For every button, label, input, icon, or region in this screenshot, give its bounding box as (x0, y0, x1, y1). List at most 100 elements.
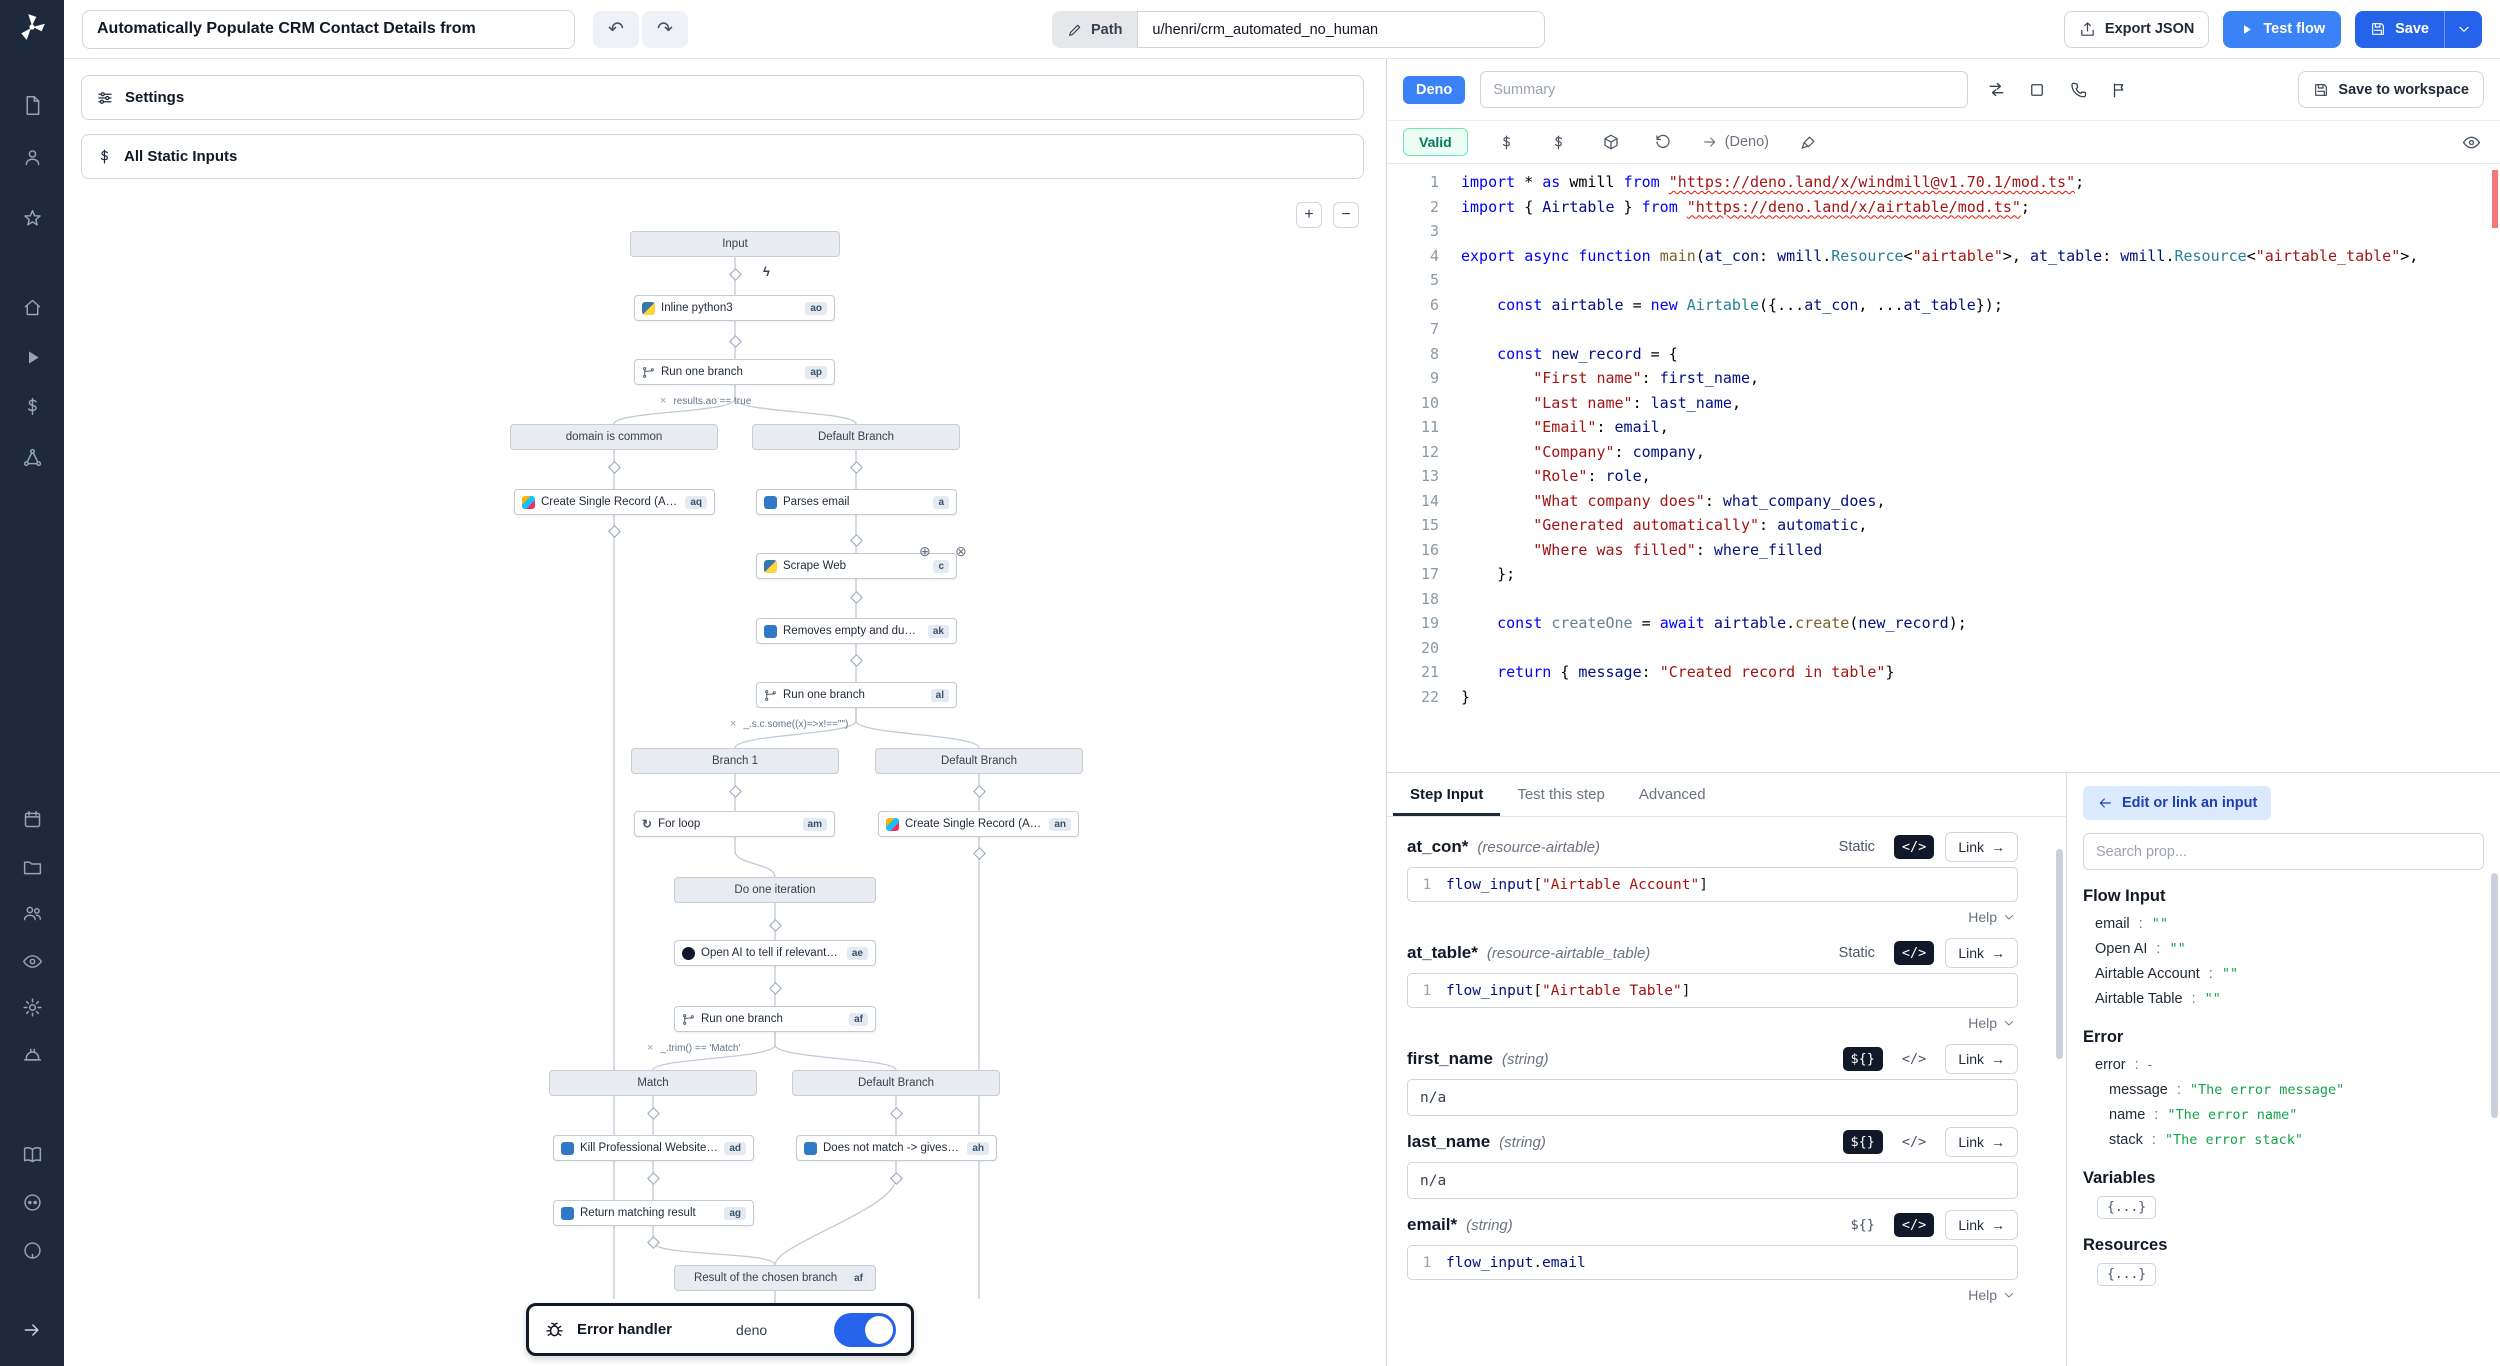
flow-node[interactable]: Inline python3ao (634, 295, 835, 321)
trigger-bolt-icon[interactable]: ϟ (763, 264, 770, 279)
help-toggle[interactable]: Help (1407, 1280, 2018, 1305)
sidebar-users-icon[interactable] (0, 903, 64, 924)
tab-test-this-step[interactable]: Test this step (1500, 773, 1622, 816)
prop-object-badge[interactable]: {...} (2097, 1196, 2156, 1219)
static-mode-toggle[interactable]: Static (1831, 941, 1883, 965)
link-button[interactable]: Link→ (1945, 1127, 2018, 1157)
flow-node[interactable]: Branch 1 (631, 748, 839, 774)
flow-node[interactable]: Parses emaila (756, 489, 957, 515)
link-button[interactable]: Link→ (1945, 938, 2018, 968)
expression-editor[interactable]: 1flow_input.email (1407, 1245, 2018, 1280)
export-json-button[interactable]: Export JSON (2064, 11, 2209, 48)
flow-node[interactable]: Does not match -> gives empty valueah (796, 1135, 997, 1161)
flow-node[interactable]: Run one branchal (756, 682, 957, 708)
flow-node[interactable]: Input (630, 231, 840, 257)
sidebar-eye-icon[interactable] (0, 951, 64, 972)
help-toggle[interactable]: Help (1407, 1008, 2018, 1033)
sidebar-gear-icon[interactable] (0, 997, 64, 1018)
sidebar-arrow-right-icon[interactable] (0, 1320, 64, 1340)
save-to-workspace-button[interactable]: Save to workspace (2298, 71, 2484, 108)
format-brush-icon[interactable] (1795, 134, 1821, 151)
link-button[interactable]: Link→ (1945, 1044, 2018, 1074)
flow-node[interactable]: Removes empty and duplicatesak (756, 618, 957, 644)
step-panel-scrollbar[interactable] (2056, 849, 2063, 1059)
path-edit-button[interactable]: Path (1052, 11, 1137, 48)
error-handler-node[interactable]: Error handler deno (526, 1303, 914, 1356)
template-mode-toggle[interactable]: ${} (1843, 1047, 1883, 1071)
windmill-logo-icon[interactable] (0, 12, 64, 42)
package-icon[interactable] (1598, 133, 1624, 151)
sidebar-book-icon[interactable] (0, 1144, 64, 1165)
flow-node[interactable]: domain is common (510, 424, 718, 450)
help-toggle[interactable]: Help (1407, 902, 2018, 927)
diff-icon[interactable] (1983, 80, 2009, 99)
history-icon[interactable] (1650, 133, 1676, 151)
flow-node[interactable]: Kill Professional Websites mentionsad (553, 1135, 754, 1161)
flow-node[interactable]: Do one iteration (674, 877, 876, 903)
sidebar-calendar-icon[interactable] (0, 809, 64, 830)
static-inputs-button[interactable]: All Static Inputs (81, 134, 1364, 179)
template-mode-toggle[interactable]: ${} (1843, 1130, 1883, 1154)
sidebar-user-icon[interactable] (0, 147, 64, 168)
sidebar-github-icon[interactable] (0, 1240, 64, 1261)
dollar-var-icon[interactable] (1494, 134, 1520, 151)
save-button[interactable]: Save (2355, 11, 2444, 48)
error-handler-toggle[interactable] (834, 1313, 896, 1347)
flag-icon[interactable] (2106, 81, 2132, 99)
code-mode-toggle[interactable]: </> (1894, 1047, 1934, 1071)
prop-row-open-ai[interactable]: Open AI:"" (2083, 936, 2484, 961)
sidebar-file-icon[interactable] (0, 95, 64, 116)
flow-node[interactable]: Open AI to tell if relevant resultae (674, 940, 876, 966)
flow-node[interactable]: Create Single Record (Airtable)an (878, 811, 1079, 837)
flow-node[interactable]: Match (549, 1070, 757, 1096)
flow-node[interactable]: Default Branch (752, 424, 960, 450)
flow-settings-button[interactable]: Settings (81, 75, 1364, 120)
expression-editor[interactable]: 1flow_input["Airtable Table"] (1407, 973, 2018, 1008)
static-value-input[interactable] (1407, 1162, 2018, 1199)
sidebar-hub-icon[interactable] (0, 447, 64, 468)
move-step-icon[interactable]: ⊕ (919, 543, 931, 560)
link-button[interactable]: Link→ (1945, 1210, 2018, 1240)
sidebar-star-icon[interactable] (0, 208, 64, 229)
static-value-input[interactable] (1407, 1079, 2018, 1116)
path-value[interactable]: u/henri/crm_automated_no_human (1137, 11, 1545, 48)
flow-node[interactable]: Default Branch (875, 748, 1083, 774)
sidebar-dollar-icon[interactable] (0, 396, 64, 417)
eye-icon[interactable] (2458, 133, 2484, 152)
sidebar-discord-icon[interactable] (0, 1192, 64, 1213)
zoom-out-button[interactable]: − (1333, 202, 1359, 228)
prop-row-message[interactable]: message:"The error message" (2083, 1077, 2484, 1102)
assistant-status[interactable]: (Deno) (1702, 134, 1769, 150)
code-mode-toggle[interactable]: </> (1894, 1213, 1934, 1237)
sidebar-helmet-icon[interactable] (0, 1045, 64, 1066)
phone-icon[interactable] (2065, 81, 2091, 99)
static-mode-toggle[interactable]: Static (1831, 835, 1883, 859)
prop-object-badge[interactable]: {...} (2097, 1263, 2156, 1286)
flow-title-input[interactable]: Automatically Populate CRM Contact Detai… (82, 10, 575, 49)
sidebar-play-icon[interactable] (0, 347, 64, 368)
prop-row-airtable-table[interactable]: Airtable Table:"" (2083, 986, 2484, 1011)
link-button[interactable]: Link→ (1945, 832, 2018, 862)
prop-row-error[interactable]: error:- (2083, 1052, 2484, 1077)
undo-button[interactable]: ↶ (593, 11, 639, 48)
test-flow-button[interactable]: Test flow (2223, 11, 2341, 48)
flow-node[interactable]: Run one branchaf (674, 1006, 876, 1032)
code-editor[interactable]: 1import * as wmill from "https://deno.la… (1387, 164, 2500, 772)
edit-or-link-input-button[interactable]: Edit or link an input (2083, 786, 2271, 820)
prop-row-airtable-account[interactable]: Airtable Account:"" (2083, 961, 2484, 986)
code-mode-toggle[interactable]: </> (1894, 941, 1934, 965)
flow-node[interactable]: Run one branchap (634, 359, 835, 385)
dollar-resource-icon[interactable] (1546, 134, 1572, 151)
remove-step-icon[interactable]: ⊗ (955, 543, 967, 560)
prop-row-email[interactable]: email:"" (2083, 911, 2484, 936)
template-mode-toggle[interactable]: ${} (1843, 1213, 1883, 1237)
zoom-in-button[interactable]: + (1296, 202, 1322, 228)
prop-row-name[interactable]: name:"The error name" (2083, 1102, 2484, 1127)
code-mode-toggle[interactable]: </> (1894, 835, 1934, 859)
flow-node[interactable]: Default Branch (792, 1070, 1000, 1096)
code-mode-toggle[interactable]: </> (1894, 1130, 1934, 1154)
flow-node[interactable]: Return matching resultag (553, 1200, 754, 1226)
prop-row-stack[interactable]: stack:"The error stack" (2083, 1127, 2484, 1152)
redo-button[interactable]: ↷ (642, 11, 688, 48)
search-prop-input[interactable] (2083, 833, 2484, 870)
